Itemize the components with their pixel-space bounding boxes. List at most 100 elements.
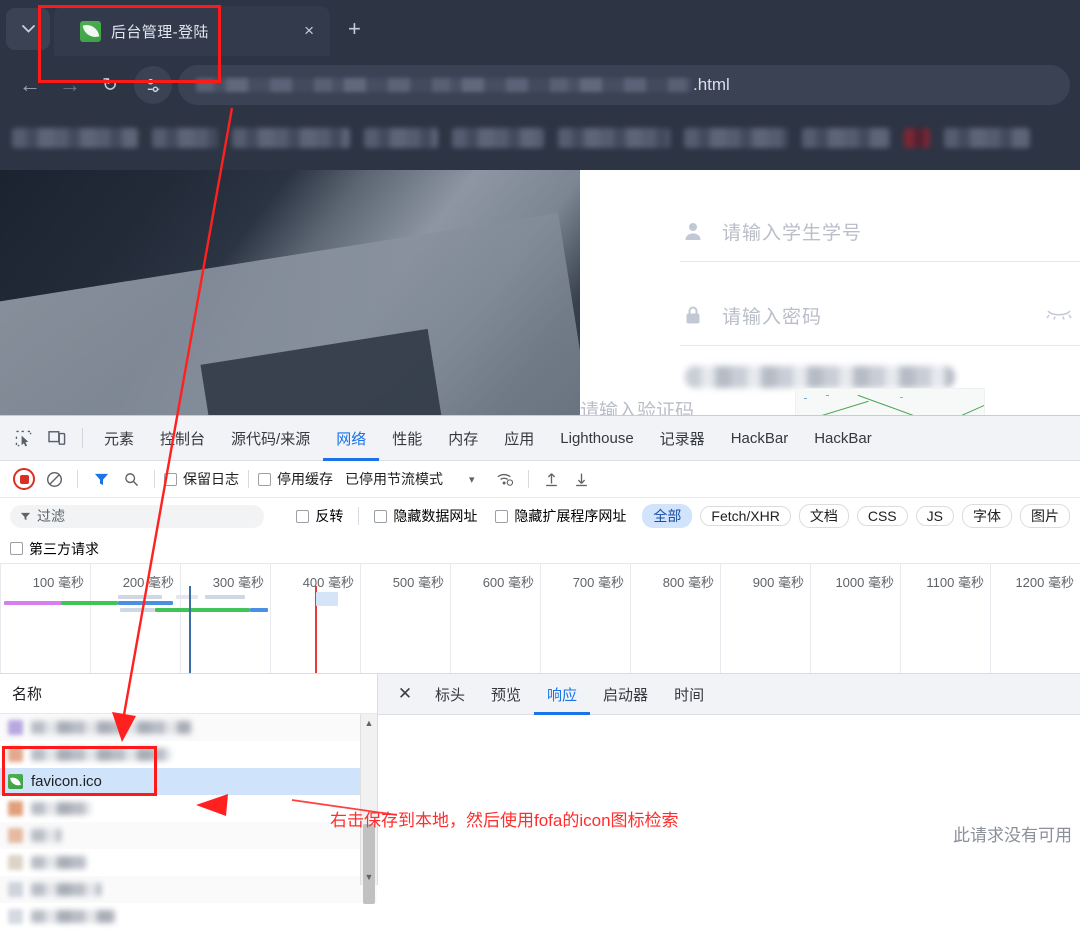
throttling-select[interactable]: 已停用节流模式: [345, 469, 443, 489]
waterfall-bar: [205, 595, 245, 599]
detail-tab-timing[interactable]: 时间: [661, 674, 717, 715]
new-tab-button[interactable]: +: [348, 16, 361, 42]
devtools-tab-bar: 元素 控制台 源代码/来源 网络 性能 内存 应用 Lighthouse 记录器…: [0, 416, 1080, 461]
close-icon[interactable]: ×: [298, 21, 320, 41]
inspect-element-icon[interactable]: [6, 421, 40, 455]
type-chip-font[interactable]: 字体: [962, 504, 1012, 528]
hide-ext-urls-checkbox[interactable]: 隐藏扩展程序网址: [495, 506, 626, 526]
waterfall-bar: [4, 601, 62, 605]
table-row[interactable]: [0, 903, 377, 930]
browser-toolbar: ← → ↻ .html: [0, 56, 1080, 114]
bookmark-item[interactable]: [944, 128, 1030, 148]
chevron-down-icon[interactable]: ▾: [469, 473, 475, 486]
bookmark-item[interactable]: [802, 128, 890, 148]
type-chip-doc[interactable]: 文档: [798, 504, 849, 528]
tab-search-button[interactable]: [6, 8, 50, 50]
devtools-tab-sources[interactable]: 源代码/来源: [218, 416, 323, 461]
filter-icon[interactable]: [87, 466, 115, 492]
close-icon[interactable]: ✕: [388, 677, 422, 711]
browser-tab[interactable]: 后台管理-登陆 ×: [54, 6, 330, 56]
table-row[interactable]: [0, 795, 377, 822]
scrollbar-thumb[interactable]: [363, 824, 375, 904]
import-har-icon[interactable]: [538, 466, 566, 492]
bookmark-item[interactable]: [232, 128, 350, 148]
disable-cache-checkbox[interactable]: 停用缓存: [258, 469, 333, 489]
device-toolbar-icon[interactable]: [40, 421, 74, 455]
hide-data-urls-checkbox[interactable]: 隐藏数据网址: [374, 506, 477, 526]
type-chip-css[interactable]: CSS: [856, 506, 908, 526]
username-field[interactable]: 请输入学生学号: [680, 200, 1080, 262]
tune-icon[interactable]: [134, 66, 172, 104]
table-row[interactable]: [0, 876, 377, 903]
detail-tab-preview[interactable]: 预览: [478, 674, 534, 715]
response-body: 此请求没有可用: [378, 715, 1080, 885]
checkbox-box: [374, 509, 388, 523]
forward-icon[interactable]: →: [50, 66, 90, 104]
devtools-tab-elements[interactable]: 元素: [91, 416, 147, 461]
disable-cache-label: 停用缓存: [277, 471, 333, 487]
devtools-tab-hackbar-1[interactable]: HackBar: [718, 416, 802, 461]
tick-label: 1000 毫秒: [835, 575, 894, 590]
bookmark-item[interactable]: [364, 128, 438, 148]
type-chip-all[interactable]: 全部: [642, 504, 693, 528]
address-bar[interactable]: .html: [178, 65, 1070, 105]
scroll-down-arrow[interactable]: ▼: [361, 868, 377, 885]
request-name: favicon.ico: [31, 773, 102, 790]
detail-tab-response[interactable]: 响应: [534, 674, 590, 715]
detail-tab-headers[interactable]: 标头: [422, 674, 478, 715]
filter-input[interactable]: 过滤: [10, 504, 265, 528]
redacted-request-name: [31, 721, 191, 734]
checkbox-box: [10, 542, 23, 555]
empty-response-message: 此请求没有可用: [953, 826, 1072, 845]
bookmark-item[interactable]: [904, 128, 930, 148]
generic-icon: [8, 747, 23, 762]
waterfall-bar: [316, 592, 338, 606]
eye-closed-icon[interactable]: [1046, 305, 1072, 325]
password-field[interactable]: 请输入密码: [680, 284, 1080, 346]
type-chip-fetch-xhr[interactable]: Fetch/XHR: [700, 506, 791, 526]
invert-checkbox[interactable]: 反转: [296, 506, 343, 526]
bookmark-item[interactable]: [558, 128, 670, 148]
table-row[interactable]: [0, 714, 377, 741]
devtools-tab-hackbar-2[interactable]: HackBar: [801, 416, 885, 461]
back-icon[interactable]: ←: [10, 66, 50, 104]
search-icon[interactable]: [117, 466, 145, 492]
hide-ext-urls-label: 隐藏扩展程序网址: [514, 508, 627, 524]
devtools-tab-recorder[interactable]: 记录器: [647, 416, 718, 461]
devtools-tab-performance[interactable]: 性能: [379, 416, 435, 461]
export-har-icon[interactable]: [568, 466, 596, 492]
type-chip-js[interactable]: JS: [915, 506, 954, 526]
request-list-scrollbar[interactable]: ▲ ▼: [360, 714, 377, 904]
bookmark-item[interactable]: [152, 128, 218, 148]
devtools-tab-lighthouse[interactable]: Lighthouse: [547, 416, 646, 461]
table-row[interactable]: [0, 822, 377, 849]
devtools-tab-network[interactable]: 网络: [323, 416, 379, 461]
third-party-row: 第三方请求: [0, 534, 1080, 564]
devtools-tab-memory[interactable]: 内存: [435, 416, 491, 461]
bookmark-item[interactable]: [12, 128, 138, 148]
request-list-header[interactable]: 名称: [0, 674, 377, 714]
leaf-icon: [80, 20, 101, 42]
preserve-log-checkbox[interactable]: 保留日志: [164, 469, 239, 489]
captcha-image[interactable]: [795, 388, 985, 415]
table-row[interactable]: favicon.ico: [0, 768, 377, 795]
generic-icon: [8, 720, 23, 735]
url-extension: .html: [693, 75, 730, 94]
waterfall-bar: [120, 608, 155, 612]
devtools-tab-application[interactable]: 应用: [491, 416, 547, 461]
network-conditions-icon[interactable]: [491, 466, 519, 492]
detail-tab-initiator[interactable]: 启动器: [590, 674, 661, 715]
type-chip-img[interactable]: 图片: [1020, 504, 1070, 528]
bookmark-item[interactable]: [684, 128, 788, 148]
table-row[interactable]: [0, 741, 377, 768]
third-party-checkbox[interactable]: 第三方请求: [10, 539, 99, 559]
bookmark-item[interactable]: [452, 128, 544, 148]
record-button[interactable]: [10, 466, 38, 492]
reload-icon[interactable]: ↻: [90, 66, 130, 104]
leaf-icon: [8, 774, 23, 789]
devtools-tab-console[interactable]: 控制台: [147, 416, 218, 461]
scroll-up-arrow[interactable]: ▲: [361, 714, 377, 731]
clear-icon[interactable]: [40, 466, 68, 492]
network-overview-timeline[interactable]: 100 毫秒 200 毫秒 300 毫秒 400 毫秒 500 毫秒 600 毫…: [0, 564, 1080, 674]
table-row[interactable]: [0, 849, 377, 876]
